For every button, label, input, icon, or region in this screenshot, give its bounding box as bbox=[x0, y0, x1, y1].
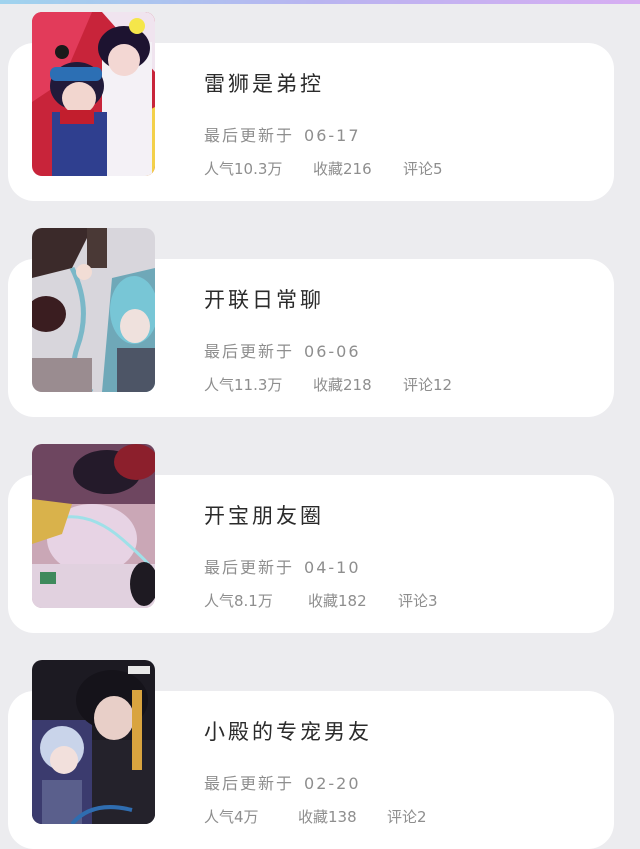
updated-label: 最后更新于 bbox=[204, 126, 295, 145]
comments-count: 评论12 bbox=[403, 376, 453, 394]
updated-date: 06-17 bbox=[304, 126, 361, 145]
comments-count: 评论5 bbox=[403, 160, 443, 178]
work-updated: 最后更新于 06-06 bbox=[204, 338, 361, 362]
work-title[interactable]: 小殿的专宠男友 bbox=[204, 716, 372, 746]
work-title[interactable]: 雷狮是弟控 bbox=[204, 68, 324, 98]
work-cover-image[interactable] bbox=[32, 444, 155, 608]
popularity-count: 人气8.1万 bbox=[204, 592, 273, 610]
work-cover-image[interactable] bbox=[32, 660, 155, 824]
popularity-count: 人气4万 bbox=[204, 808, 259, 826]
favorites-count: 收藏182 bbox=[308, 592, 367, 610]
work-stats: 人气8.1万 收藏182 评论3 bbox=[204, 590, 438, 611]
work-title[interactable]: 开联日常聊 bbox=[204, 284, 324, 314]
comments-count: 评论3 bbox=[398, 592, 438, 610]
updated-date: 04-10 bbox=[304, 558, 361, 577]
cover-illustration bbox=[32, 12, 155, 176]
updated-label: 最后更新于 bbox=[204, 558, 295, 577]
popularity-count: 人气11.3万 bbox=[204, 376, 283, 394]
work-cover-image[interactable] bbox=[32, 12, 155, 176]
work-cover-image[interactable] bbox=[32, 228, 155, 392]
updated-date: 02-20 bbox=[304, 774, 361, 793]
favorites-count: 收藏138 bbox=[298, 808, 357, 826]
work-updated: 最后更新于 04-10 bbox=[204, 554, 361, 578]
cover-illustration bbox=[32, 660, 155, 824]
top-accent-bar bbox=[0, 0, 640, 4]
updated-date: 06-06 bbox=[304, 342, 361, 361]
work-updated: 最后更新于 06-17 bbox=[204, 122, 361, 146]
cover-illustration bbox=[32, 444, 155, 608]
work-title[interactable]: 开宝朋友圈 bbox=[204, 500, 324, 530]
favorites-count: 收藏218 bbox=[313, 376, 372, 394]
updated-label: 最后更新于 bbox=[204, 342, 295, 361]
work-stats: 人气10.3万 收藏216 评论5 bbox=[204, 158, 443, 179]
cover-illustration bbox=[32, 228, 155, 392]
work-stats: 人气11.3万 收藏218 评论12 bbox=[204, 374, 452, 395]
work-stats: 人气4万 收藏138 评论2 bbox=[204, 806, 427, 827]
comments-count: 评论2 bbox=[387, 808, 427, 826]
favorites-count: 收藏216 bbox=[313, 160, 372, 178]
popularity-count: 人气10.3万 bbox=[204, 160, 283, 178]
updated-label: 最后更新于 bbox=[204, 774, 295, 793]
work-updated: 最后更新于 02-20 bbox=[204, 770, 361, 794]
